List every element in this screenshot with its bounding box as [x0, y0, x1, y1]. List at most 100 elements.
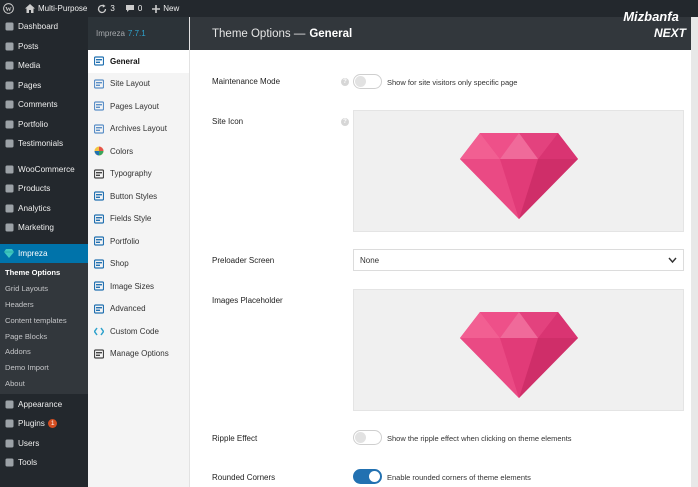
new-content-link[interactable]: New	[147, 0, 184, 17]
site-icon-label: Site Icon	[212, 117, 244, 126]
submenu-item-addons[interactable]: Addons	[0, 344, 88, 360]
options-tab-site-layout[interactable]: Site Layout	[88, 73, 189, 96]
portfolio-icon	[4, 119, 14, 129]
ripple-effect-label: Ripple Effect	[212, 434, 258, 443]
images-placeholder-upload[interactable]	[353, 289, 684, 411]
menu-item-posts[interactable]: Posts	[0, 37, 88, 57]
ripple-effect-toggle[interactable]	[353, 430, 382, 445]
submenu-item-demo-import[interactable]: Demo Import	[0, 360, 88, 376]
version-number: 7.7.1	[127, 29, 146, 38]
menu-item-woocommerce[interactable]: WooCommerce	[0, 160, 88, 180]
svg-text:W: W	[5, 6, 12, 13]
options-tab-label: Fields Style	[110, 214, 152, 224]
menu-item-testimonials[interactable]: Testimonials	[0, 134, 88, 154]
updates-link[interactable]: 3	[92, 0, 119, 17]
logo-line2: NEXT	[654, 26, 688, 40]
menu-item-tools[interactable]: Tools	[0, 453, 88, 473]
theme-version: Impreza 7.7.1	[88, 17, 189, 50]
options-tab-label: Colors	[110, 146, 134, 156]
options-tab-label: Shop	[110, 259, 129, 269]
menu-item-analytics[interactable]: Analytics	[0, 199, 88, 219]
menu-item-label: Plugins	[18, 419, 45, 429]
options-tab-custom-code[interactable]: Custom Code	[88, 320, 189, 343]
site-name-link[interactable]: Multi-Purpose	[20, 0, 92, 17]
layout-icon	[94, 79, 104, 89]
options-tab-button-styles[interactable]: Button Styles	[88, 185, 189, 208]
menu-item-label: Appearance	[18, 399, 63, 409]
options-tab-label: Manage Options	[110, 349, 169, 359]
submenu-item-content-templates[interactable]: Content templates	[0, 312, 88, 328]
preloader-select[interactable]: None	[353, 249, 684, 271]
menu-item-label: Marketing	[18, 223, 54, 233]
menu-item-users[interactable]: Users	[0, 433, 88, 453]
maintenance-mode-label: Maintenance Mode	[212, 77, 281, 86]
user-icon	[4, 438, 14, 448]
megaphone-icon	[4, 223, 14, 233]
menu-item-impreza[interactable]: Impreza	[0, 243, 88, 263]
menu-item-label: Dashboard	[18, 22, 59, 32]
menu-item-media[interactable]: Media	[0, 56, 88, 76]
menu-item-comments[interactable]: Comments	[0, 95, 88, 115]
brush-icon	[4, 399, 14, 409]
options-tab-fields-style[interactable]: Fields Style	[88, 208, 189, 231]
menu-item-marketing[interactable]: Marketing	[0, 218, 88, 238]
menu-item-pages[interactable]: Pages	[0, 76, 88, 96]
dashboard-icon	[4, 22, 14, 32]
maintenance-help-icon[interactable]: ?	[341, 78, 349, 86]
image-icon	[94, 281, 104, 291]
mizbanfa-logo: Mizbanfa NEXT	[623, 9, 688, 40]
options-tab-general[interactable]: General	[88, 50, 189, 73]
fields-icon	[94, 214, 104, 224]
page-icon	[4, 80, 14, 90]
menu-item-dashboard[interactable]: Dashboard	[0, 17, 88, 37]
options-tab-advanced[interactable]: Advanced	[88, 298, 189, 321]
options-tab-pages-layout[interactable]: Pages Layout	[88, 95, 189, 118]
maintenance-mode-toggle[interactable]	[353, 74, 382, 89]
options-tab-archives-layout[interactable]: Archives Layout	[88, 118, 189, 141]
options-tab-label: Custom Code	[110, 326, 159, 336]
submenu-item-page-blocks[interactable]: Page Blocks	[0, 328, 88, 344]
options-tab-label: Archives Layout	[110, 124, 167, 134]
rounded-corners-toggle[interactable]	[353, 469, 382, 484]
menu-item-portfolio[interactable]: Portfolio	[0, 115, 88, 135]
pin-icon	[4, 41, 14, 51]
options-tab-colors[interactable]: Colors	[88, 140, 189, 163]
menu-item-appearance[interactable]: Appearance	[0, 394, 88, 414]
options-tab-portfolio[interactable]: Portfolio	[88, 230, 189, 253]
menu-item-label: Products	[18, 184, 51, 194]
options-tab-typography[interactable]: Typography	[88, 163, 189, 186]
options-tab-manage-options[interactable]: Manage Options	[88, 343, 189, 366]
submenu-item-theme-options[interactable]: Theme Options	[0, 265, 88, 281]
menu-item-label: Testimonials	[18, 139, 64, 149]
site-icon-upload[interactable]	[353, 110, 684, 232]
menu-item-plugins[interactable]: Plugins 1	[0, 414, 88, 434]
options-tab-label: Advanced	[110, 304, 146, 314]
wrench-icon	[4, 458, 14, 468]
menu-item-label: WooCommerce	[18, 164, 75, 174]
options-tab-label: Typography	[110, 169, 152, 179]
menu-item-label: Users	[18, 438, 40, 448]
page-title-prefix: Theme Options —	[212, 27, 306, 40]
site-icon-help-icon[interactable]: ?	[341, 118, 349, 126]
wordpress-logo-icon[interactable]: W	[0, 0, 20, 17]
maintenance-mode-desc: Show for site visitors only specific pag…	[387, 78, 518, 87]
preloader-label: Preloader Screen	[212, 256, 275, 265]
submenu-item-about[interactable]: About	[0, 376, 88, 392]
options-tab-image-sizes[interactable]: Image Sizes	[88, 275, 189, 298]
window-edge	[691, 17, 698, 487]
menu-item-label: Pages	[18, 80, 42, 90]
submenu-item-grid-layouts[interactable]: Grid Layouts	[0, 281, 88, 297]
site-name: Multi-Purpose	[38, 4, 88, 13]
comment-icon	[4, 100, 14, 110]
typography-icon	[94, 169, 104, 179]
woocommerce-icon	[4, 164, 14, 174]
comment-icon	[125, 5, 134, 12]
menu-item-products[interactable]: Products	[0, 179, 88, 199]
admin-bar: W Multi-Purpose 3 0 New	[0, 0, 698, 17]
logo-line1: Mizbanfa	[623, 9, 679, 24]
options-tab-shop[interactable]: Shop	[88, 253, 189, 276]
submenu-item-headers[interactable]: Headers	[0, 297, 88, 313]
theme-options-sidebar: Impreza 7.7.1 General Site Layout Pages La…	[88, 17, 190, 487]
general-icon	[94, 56, 104, 66]
comments-link[interactable]: 0	[120, 0, 147, 17]
